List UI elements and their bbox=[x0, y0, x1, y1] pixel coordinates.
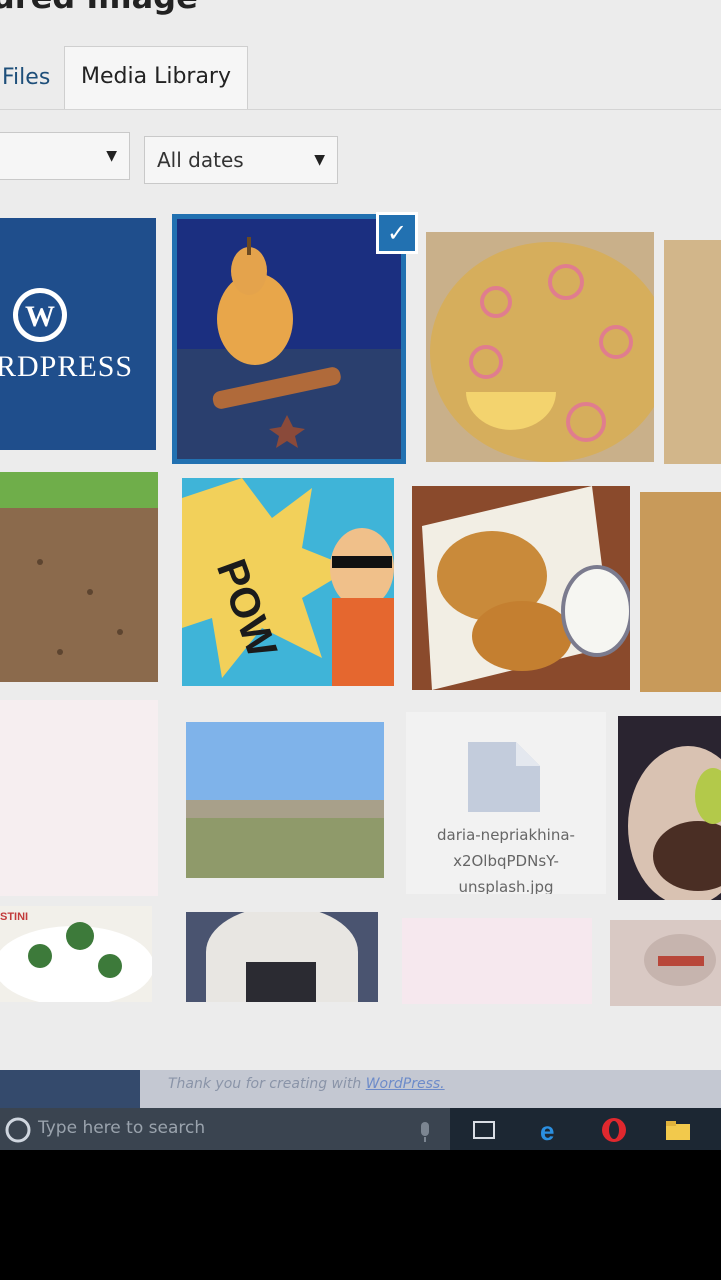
attachment-fried-chicken[interactable] bbox=[412, 486, 630, 690]
edge-browser-icon[interactable]: e bbox=[538, 1116, 566, 1144]
svg-text:e: e bbox=[540, 1116, 554, 1144]
attachment-glass-food[interactable] bbox=[610, 920, 721, 1006]
admin-menu-bottom bbox=[0, 1070, 140, 1108]
attachment-blank-page[interactable] bbox=[0, 700, 158, 896]
footer-credit-text: Thank you for creating with bbox=[168, 1076, 366, 1092]
salad-image: STINI bbox=[0, 911, 152, 1002]
selected-check-icon[interactable]: ✓ bbox=[376, 212, 418, 254]
attachment-wordpress-logo[interactable]: W RDPRESS bbox=[0, 218, 156, 450]
cortana-circle-icon[interactable] bbox=[4, 1116, 32, 1144]
attachment-steak[interactable] bbox=[618, 716, 721, 900]
attachment-ground-meat[interactable] bbox=[0, 472, 158, 682]
attachment-food-pan[interactable] bbox=[664, 240, 721, 464]
opera-browser-icon[interactable] bbox=[600, 1116, 628, 1144]
landscape-image bbox=[186, 722, 384, 878]
attachment-biryani[interactable] bbox=[426, 232, 654, 462]
file-name-line-2: x2OlbqPDNsY- bbox=[453, 852, 559, 870]
wordpress-logo-icon: W bbox=[13, 288, 67, 342]
comic-pow-image: POW bbox=[182, 478, 394, 686]
task-view-icon[interactable] bbox=[470, 1116, 498, 1144]
date-filter-value: All dates bbox=[157, 148, 244, 172]
document-icon bbox=[468, 742, 540, 812]
attachment-file-jpg[interactable]: daria-nepriakhina- x2OlbqPDNsY- unsplash… bbox=[406, 712, 606, 894]
file-explorer-icon[interactable] bbox=[664, 1116, 692, 1144]
attachment-pear[interactable] bbox=[172, 214, 406, 464]
modal-title: ured Image bbox=[0, 0, 198, 16]
footer-credit: Thank you for creating with WordPress. bbox=[168, 1076, 445, 1092]
attachment-salad[interactable]: STINI bbox=[0, 906, 152, 1002]
tab-upload-files[interactable]: Files bbox=[0, 48, 66, 108]
file-name-line-1: daria-nepriakhina- bbox=[437, 826, 575, 844]
attachment-arch[interactable] bbox=[186, 912, 378, 1002]
footer-wordpress-link[interactable]: WordPress. bbox=[366, 1076, 445, 1092]
pear-image bbox=[177, 237, 401, 459]
arch-image bbox=[206, 912, 358, 1002]
chevron-down-icon: ▼ bbox=[106, 148, 117, 164]
svg-text:W: W bbox=[25, 300, 55, 333]
media-type-filter[interactable]: ▼ bbox=[0, 132, 130, 180]
attachment-chicken-dish[interactable] bbox=[640, 492, 721, 692]
attachment-comic-pow[interactable]: POW bbox=[182, 478, 394, 686]
steak-image bbox=[628, 746, 721, 900]
taskbar-search-placeholder: Type here to search bbox=[38, 1118, 206, 1138]
wordpress-wordmark: RDPRESS bbox=[0, 350, 134, 383]
microphone-icon[interactable] bbox=[416, 1120, 434, 1144]
attachment-landscape[interactable] bbox=[186, 722, 384, 878]
salad-label-text: STINI bbox=[0, 911, 28, 923]
biryani-image bbox=[430, 242, 654, 462]
tab-media-library[interactable]: Media Library bbox=[64, 46, 248, 110]
ground-meat-image bbox=[0, 472, 158, 682]
date-filter[interactable]: All dates ▼ bbox=[144, 136, 338, 184]
file-name: daria-nepriakhina- x2OlbqPDNsY- unsplash… bbox=[406, 822, 606, 894]
tab-divider bbox=[0, 109, 721, 110]
chevron-down-icon: ▼ bbox=[314, 152, 325, 168]
screen: ured Image Files Media Library ▼ All dat… bbox=[0, 0, 721, 1150]
attachment-pale-pink[interactable] bbox=[402, 918, 592, 1004]
fried-chicken-image bbox=[422, 486, 630, 690]
file-name-line-3: unsplash.jpg bbox=[458, 878, 554, 894]
glass-food-image bbox=[644, 934, 716, 986]
